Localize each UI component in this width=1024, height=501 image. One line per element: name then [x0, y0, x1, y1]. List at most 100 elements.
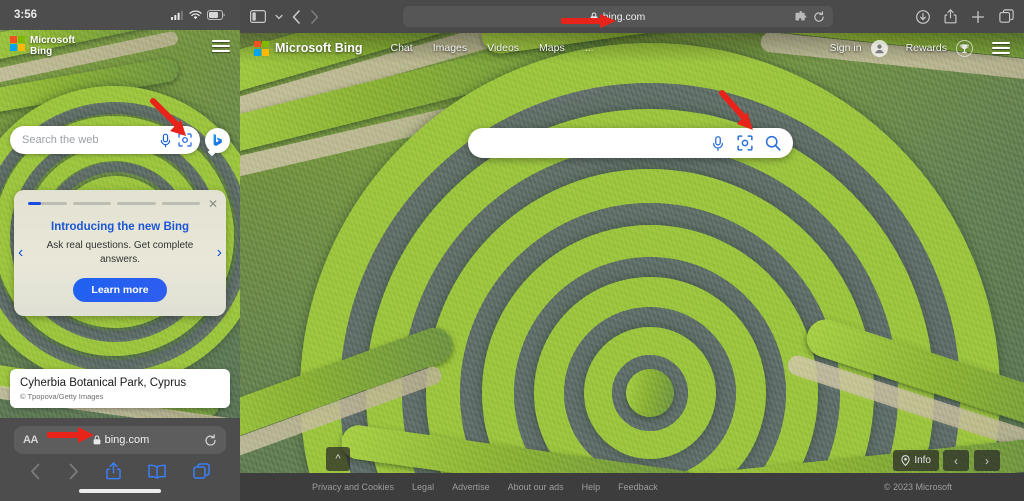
sidebar-toggle-icon[interactable]	[250, 10, 266, 23]
bing-site-header: Microsoft Bing Chat Images Videos Maps .…	[240, 33, 1024, 63]
footer-link-help[interactable]: Help	[582, 482, 601, 492]
address-bar-url: bing.com	[104, 434, 150, 446]
ipad-safari-screenshot: bing.com Microsoft Bing Chat Images Vide…	[240, 0, 1024, 501]
address-bar[interactable]: AA bing.com	[14, 426, 226, 454]
bing-logo-line2: Bing	[30, 45, 53, 57]
bing-logo-phone[interactable]: Microsoft Bing	[10, 35, 75, 57]
image-info-button[interactable]: Info	[893, 450, 939, 471]
chevron-left-icon[interactable]: ‹	[18, 244, 23, 262]
bing-logo-line1: Microsoft	[30, 35, 75, 46]
close-x-icon[interactable]: ✕	[208, 198, 218, 210]
bookmarks-book-icon[interactable]	[148, 464, 166, 479]
iphone-toolbar	[0, 462, 240, 480]
chevron-down-icon[interactable]	[275, 14, 283, 20]
progress-bar-2[interactable]	[72, 202, 111, 205]
status-time: 3:56	[14, 9, 38, 21]
search-input[interactable]: Search the web	[10, 126, 200, 154]
chevron-up-icon: ^	[335, 453, 341, 465]
previous-image-button[interactable]: ‹	[943, 450, 969, 471]
forward-chevron-icon[interactable]	[310, 9, 319, 24]
new-tab-plus-icon[interactable]	[971, 10, 985, 24]
sign-in-link[interactable]: Sign in	[829, 42, 861, 54]
hamburger-menu-icon[interactable]	[212, 40, 230, 52]
ipad-safari-toolbar: bing.com	[240, 0, 1024, 33]
user-avatar-icon[interactable]	[870, 39, 888, 57]
search-magnifier-icon[interactable]	[765, 135, 781, 151]
phone-search-row: Search the web	[10, 126, 230, 154]
chevron-left-icon: ‹	[954, 453, 958, 468]
tabs-icon[interactable]	[999, 9, 1014, 24]
microsoft-logo-icon	[254, 40, 269, 56]
iphone-status-bar: 3:56	[0, 0, 240, 30]
footer-link-about-our-ads[interactable]: About our ads	[508, 482, 564, 492]
learn-more-button[interactable]: Learn more	[73, 278, 167, 302]
progress-bar-4[interactable]	[161, 202, 200, 205]
bing-chat-b-icon[interactable]	[205, 127, 230, 153]
iphone-safari-bottom-bar: AA bing.com	[0, 418, 240, 501]
footer-copyright: © 2023 Microsoft	[883, 482, 952, 492]
bing-logo-ipad[interactable]: Microsoft Bing	[254, 40, 363, 56]
visual-search-camera-icon[interactable]	[178, 133, 192, 147]
back-chevron-icon[interactable]	[30, 463, 41, 480]
forward-chevron-icon[interactable]	[68, 463, 79, 480]
text-size-aa-button[interactable]: AA	[23, 434, 38, 446]
bing-footer: Privacy and Cookies Legal Advertise Abou…	[240, 473, 1024, 501]
nav-item-maps[interactable]: Maps	[539, 42, 565, 54]
back-chevron-icon[interactable]	[292, 9, 301, 24]
reload-icon[interactable]	[813, 10, 825, 23]
microsoft-logo-icon	[10, 36, 25, 51]
extensions-puzzle-icon[interactable]	[795, 11, 807, 22]
image-caption-card[interactable]: Cyherbia Botanical Park, Cyprus © Tpopov…	[10, 369, 230, 408]
nav-item-more[interactable]: ...	[585, 42, 594, 54]
share-icon[interactable]	[106, 462, 121, 480]
home-indicator	[79, 489, 161, 493]
bing-logo-text: Microsoft Bing	[275, 41, 363, 55]
progress-bar-3[interactable]	[117, 202, 156, 205]
ipad-page-canvas: Microsoft Bing Chat Images Videos Maps .…	[240, 33, 1024, 501]
card-subtitle: Ask real questions. Get complete answers…	[46, 240, 194, 265]
search-placeholder: Search the web	[22, 134, 99, 146]
scroll-up-button[interactable]: ^	[326, 447, 350, 471]
footer-link-feedback[interactable]: Feedback	[618, 482, 658, 492]
progress-bar-1[interactable]	[28, 202, 67, 205]
visual-search-camera-icon[interactable]	[737, 135, 753, 151]
nav-item-videos[interactable]: Videos	[487, 42, 519, 54]
chevron-right-icon[interactable]: ›	[217, 244, 222, 262]
footer-link-legal[interactable]: Legal	[412, 482, 434, 492]
chevron-right-icon: ›	[985, 453, 989, 468]
microphone-icon[interactable]	[711, 135, 725, 152]
hamburger-menu-icon[interactable]	[992, 42, 1010, 54]
footer-link-privacy[interactable]: Privacy and Cookies	[312, 482, 394, 492]
tabs-icon[interactable]	[193, 462, 211, 480]
info-label: Info	[914, 455, 931, 466]
address-bar[interactable]: bing.com	[402, 6, 833, 27]
reload-icon[interactable]	[204, 433, 217, 447]
battery-icon	[207, 10, 226, 20]
bing-search-row	[468, 128, 793, 158]
wifi-icon	[189, 10, 202, 20]
card-title: Introducing the new Bing	[51, 221, 189, 233]
caption-credit: © Tpopova/Getty Images	[20, 392, 104, 401]
rewards-link[interactable]: Rewards	[906, 42, 947, 54]
footer-link-advertise[interactable]: Advertise	[452, 482, 490, 492]
caption-title: Cyherbia Botanical Park, Cyprus	[20, 377, 187, 389]
search-input[interactable]	[468, 128, 793, 158]
screenshot-root: 3:56 Microsoft Bing Search the web ✕ Int…	[0, 0, 1024, 501]
nav-item-images[interactable]: Images	[433, 42, 467, 54]
downloads-icon[interactable]	[916, 9, 930, 24]
address-bar-url: bing.com	[602, 10, 646, 23]
lock-icon	[590, 12, 598, 22]
lock-icon	[93, 435, 101, 445]
carousel-progress-bars[interactable]	[24, 202, 216, 205]
microphone-icon[interactable]	[159, 133, 172, 148]
nav-item-chat[interactable]: Chat	[391, 42, 413, 54]
iphone-page-canvas: Microsoft Bing Search the web ✕ Introduc…	[0, 30, 240, 418]
bing-nav: Chat Images Videos Maps ...	[391, 42, 594, 54]
location-pin-icon	[901, 455, 910, 466]
introducing-bing-card: ✕ Introducing the new Bing Ask real ques…	[14, 190, 226, 316]
rewards-trophy-icon[interactable]	[956, 39, 973, 57]
next-image-button[interactable]: ›	[974, 450, 1000, 471]
share-icon[interactable]	[944, 9, 957, 24]
maze-background-image-ipad	[240, 33, 1024, 501]
cellular-signal-icon	[171, 10, 184, 20]
